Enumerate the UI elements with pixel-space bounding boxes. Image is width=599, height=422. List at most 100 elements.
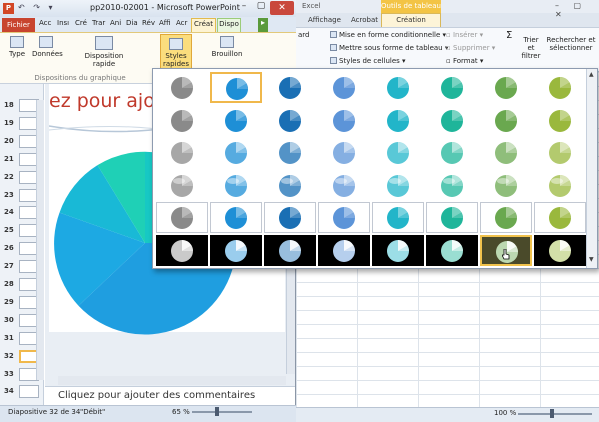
chart-style-option[interactable]	[426, 72, 478, 103]
tab-file[interactable]: Fichier	[2, 18, 35, 32]
tab-review[interactable]: Rév	[142, 19, 155, 27]
excel-titlebar: Excel	[296, 0, 599, 13]
ribbon-group-label: Dispositions du graphique	[34, 74, 126, 82]
tab-chart-design[interactable]: Créat	[191, 18, 216, 32]
close-button[interactable]: ✕	[270, 1, 294, 15]
chart-style-option[interactable]	[264, 72, 316, 103]
find-select-button[interactable]: Rechercher et sélectionner	[546, 36, 596, 52]
sort-filter-button[interactable]: Trier et filtrer	[520, 36, 542, 60]
slide-title-placeholder[interactable]: ez pour ajou	[49, 90, 167, 112]
tab-view[interactable]: Affi	[159, 19, 171, 27]
chart-style-option[interactable]	[372, 234, 424, 266]
excel-title: Excel	[302, 2, 321, 10]
ppt-zoom-knob[interactable]	[215, 407, 219, 416]
excel-tab-creation[interactable]: Création	[381, 13, 441, 27]
table-format-button[interactable]: Mettre sous forme de tableau ▾	[330, 44, 448, 52]
notes-placeholder[interactable]: Cliquez pour ajouter des commentaires	[58, 390, 255, 401]
quick-access-toolbar[interactable]: ↶ ↷ ▾	[18, 3, 56, 12]
chart-style-option[interactable]	[426, 234, 478, 266]
chart-type-button[interactable]: Type	[4, 36, 30, 58]
chart-style-option[interactable]	[210, 234, 262, 266]
chart-style-option[interactable]	[264, 234, 316, 266]
chart-style-option[interactable]	[372, 137, 424, 168]
gallery-scrollbar[interactable]	[586, 69, 597, 268]
quick-layout-button[interactable]: Disposition rapide	[80, 36, 128, 68]
chart-style-option[interactable]	[372, 105, 424, 136]
chart-style-option[interactable]	[534, 234, 586, 266]
chart-style-option[interactable]	[534, 105, 586, 136]
chart-style-option[interactable]	[318, 137, 370, 168]
chart-style-option[interactable]	[210, 105, 262, 136]
tab-transitions[interactable]: Trar	[92, 19, 105, 27]
chart-style-option[interactable]	[426, 202, 478, 233]
chart-style-option[interactable]	[318, 234, 370, 266]
pie-preview-icon	[495, 207, 517, 229]
chart-style-option[interactable]	[372, 170, 424, 201]
excel-tab-affichage[interactable]: Affichage	[308, 16, 341, 24]
chart-style-option[interactable]	[426, 170, 478, 201]
chart-style-option[interactable]	[372, 72, 424, 103]
chart-style-option[interactable]	[318, 105, 370, 136]
autosum-button[interactable]: Σ	[506, 30, 512, 41]
pie-preview-icon	[333, 207, 355, 229]
chart-style-option[interactable]	[264, 170, 316, 201]
minimize-button[interactable]: –	[236, 1, 252, 15]
chart-style-option[interactable]	[480, 170, 532, 201]
chart-style-option[interactable]	[264, 137, 316, 168]
chart-style-option[interactable]	[534, 170, 586, 201]
chart-style-option[interactable]	[480, 72, 532, 103]
chart-style-option[interactable]	[318, 170, 370, 201]
chart-style-option[interactable]	[480, 202, 532, 233]
chart-style-option[interactable]	[156, 137, 208, 168]
excel-zoom-knob[interactable]	[550, 409, 554, 418]
chart-style-option[interactable]	[156, 72, 208, 103]
chart-style-option[interactable]	[480, 137, 532, 168]
draft-button[interactable]: Brouillon	[210, 36, 244, 58]
slide-thumbnail[interactable]: 34	[2, 384, 42, 400]
chart-style-option[interactable]	[156, 202, 208, 233]
chart-style-option[interactable]	[210, 170, 262, 201]
format-button[interactable]: ▫ Format ▾	[446, 57, 483, 65]
chart-style-option[interactable]	[318, 202, 370, 233]
chart-style-option[interactable]	[210, 72, 262, 103]
chart-style-option[interactable]	[534, 202, 586, 233]
chart-style-option[interactable]	[318, 72, 370, 103]
chart-style-option[interactable]	[426, 105, 478, 136]
tab-design[interactable]: Cré	[75, 19, 87, 27]
cell-styles-button[interactable]: Styles de cellules ▾	[330, 57, 406, 65]
ppt-zoom-slider[interactable]	[192, 411, 252, 413]
tab-chart-layout[interactable]: Dispo	[217, 18, 241, 32]
slide-horizontal-scrollbar[interactable]	[58, 376, 286, 385]
quick-layout-icon	[95, 36, 113, 50]
chart-style-option[interactable]	[264, 202, 316, 233]
tab-animations[interactable]: Ani	[110, 19, 121, 27]
chart-style-option[interactable]	[156, 234, 208, 266]
tab-home[interactable]: Acc	[39, 19, 51, 27]
conditional-format-button[interactable]: Mise en forme conditionnelle ▾	[330, 31, 446, 39]
delete-button[interactable]: ▫ Supprimer ▾	[446, 44, 495, 52]
chart-style-option[interactable]	[264, 105, 316, 136]
chart-style-option[interactable]	[426, 137, 478, 168]
excel-zoom-slider[interactable]	[518, 413, 592, 415]
chart-style-option[interactable]	[480, 105, 532, 136]
chevron-down-icon[interactable]: ▼	[589, 256, 594, 263]
tab-scroll-right[interactable]: ▸	[258, 18, 268, 32]
chart-style-option[interactable]	[372, 202, 424, 233]
tab-insert[interactable]: Insı	[57, 19, 69, 27]
chart-data-button[interactable]: Données	[32, 36, 63, 58]
tab-slideshow[interactable]: Dia	[126, 19, 138, 27]
maximize-button[interactable]: ▢	[253, 1, 269, 15]
chart-style-option[interactable]	[156, 170, 208, 201]
thumbnail-number: 19	[4, 118, 14, 127]
chevron-up-icon[interactable]: ▲	[589, 71, 594, 78]
thumbnail-number: 25	[4, 226, 14, 235]
chart-style-option[interactable]	[534, 137, 586, 168]
chart-style-option[interactable]	[534, 72, 586, 103]
chart-style-option[interactable]	[210, 137, 262, 168]
chart-style-option[interactable]	[156, 105, 208, 136]
insert-button[interactable]: ▫ Insérer ▾	[446, 31, 483, 39]
chart-style-option[interactable]	[210, 202, 262, 233]
thumbnails-scrollbar[interactable]	[36, 100, 44, 380]
tab-acrobat[interactable]: Acr	[176, 19, 187, 27]
excel-tab-acrobat[interactable]: Acrobat	[351, 16, 378, 24]
